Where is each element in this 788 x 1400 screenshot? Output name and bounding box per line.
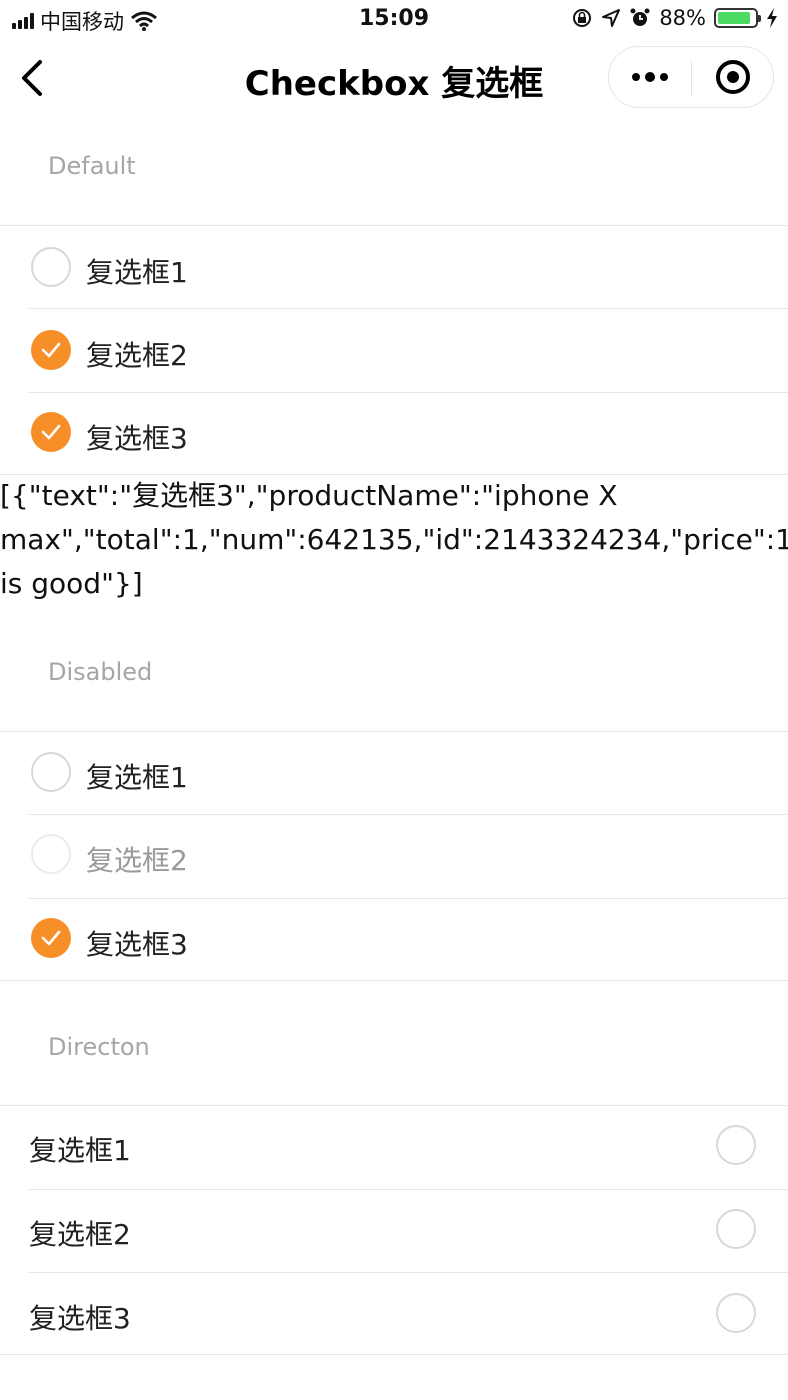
checkbox-checked-icon[interactable]	[31, 918, 71, 958]
checkbox-label: 复选框1	[86, 761, 188, 794]
location-icon	[602, 9, 621, 27]
checkbox-unchecked-icon[interactable]	[716, 1209, 756, 1249]
checkbox-row-default-3[interactable]: 复选框3	[0, 393, 788, 477]
checkbox-row-default-1[interactable]: 复选框1	[0, 225, 788, 309]
checkbox-unchecked-icon[interactable]	[31, 247, 71, 287]
section-title-disabled: Disabled	[48, 658, 153, 686]
checkbox-row-disabled-3[interactable]: 复选框3	[0, 899, 788, 983]
status-bar: 中国移动 15:09 88%	[0, 0, 788, 40]
selection-json-output: [{"text":"复选框3","productName":"iphone X m…	[0, 474, 788, 614]
divider	[0, 980, 788, 981]
checkbox-unchecked-icon[interactable]	[31, 752, 71, 792]
close-target-icon[interactable]	[692, 47, 774, 107]
json-line: is good"}]	[0, 567, 143, 600]
checkbox-checked-icon[interactable]	[31, 412, 71, 452]
checkbox-row-default-2[interactable]: 复选框2	[0, 309, 788, 393]
checkbox-label: 复选框3	[86, 422, 188, 455]
checkbox-label: 复选框3	[86, 928, 188, 961]
checkbox-unchecked-icon[interactable]	[716, 1125, 756, 1165]
checkbox-label: 复选框2	[86, 339, 188, 372]
more-dots-icon[interactable]	[609, 47, 691, 107]
checkbox-label: 复选框2	[86, 844, 188, 877]
alarm-icon	[630, 8, 650, 26]
charging-icon	[767, 8, 777, 28]
checkbox-label: 复选框3	[29, 1302, 131, 1335]
checkbox-row-direction-2[interactable]: 复选框2	[0, 1189, 788, 1273]
battery-percent: 88%	[659, 6, 706, 30]
checkbox-row-disabled-1[interactable]: 复选框1	[0, 731, 788, 815]
section-title-direction: Directon	[48, 1033, 150, 1061]
checkbox-row-disabled-2: 复选框2	[0, 815, 788, 899]
json-line: [{"text":"复选框3","productName":"iphone X	[0, 479, 618, 512]
checkbox-label: 复选框1	[29, 1134, 131, 1167]
rotation-lock-icon	[573, 9, 592, 27]
divider	[0, 1354, 788, 1355]
checkbox-disabled-icon	[31, 834, 71, 874]
section-title-default: Default	[48, 152, 136, 180]
mini-program-capsule	[608, 46, 774, 108]
checkbox-label: 复选框2	[29, 1218, 131, 1251]
json-line: max","total":1,"num":642135,"id":2143324…	[0, 523, 788, 556]
checkbox-row-direction-1[interactable]: 复选框1	[0, 1105, 788, 1189]
navigation-bar: Checkbox 复选框	[0, 40, 788, 118]
checkbox-label: 复选框1	[86, 256, 188, 289]
checkbox-row-direction-3[interactable]: 复选框3	[0, 1272, 788, 1356]
status-right: 88%	[571, 6, 778, 30]
checkbox-unchecked-icon[interactable]	[716, 1293, 756, 1333]
checkbox-checked-icon[interactable]	[31, 330, 71, 370]
battery-icon	[714, 8, 761, 28]
